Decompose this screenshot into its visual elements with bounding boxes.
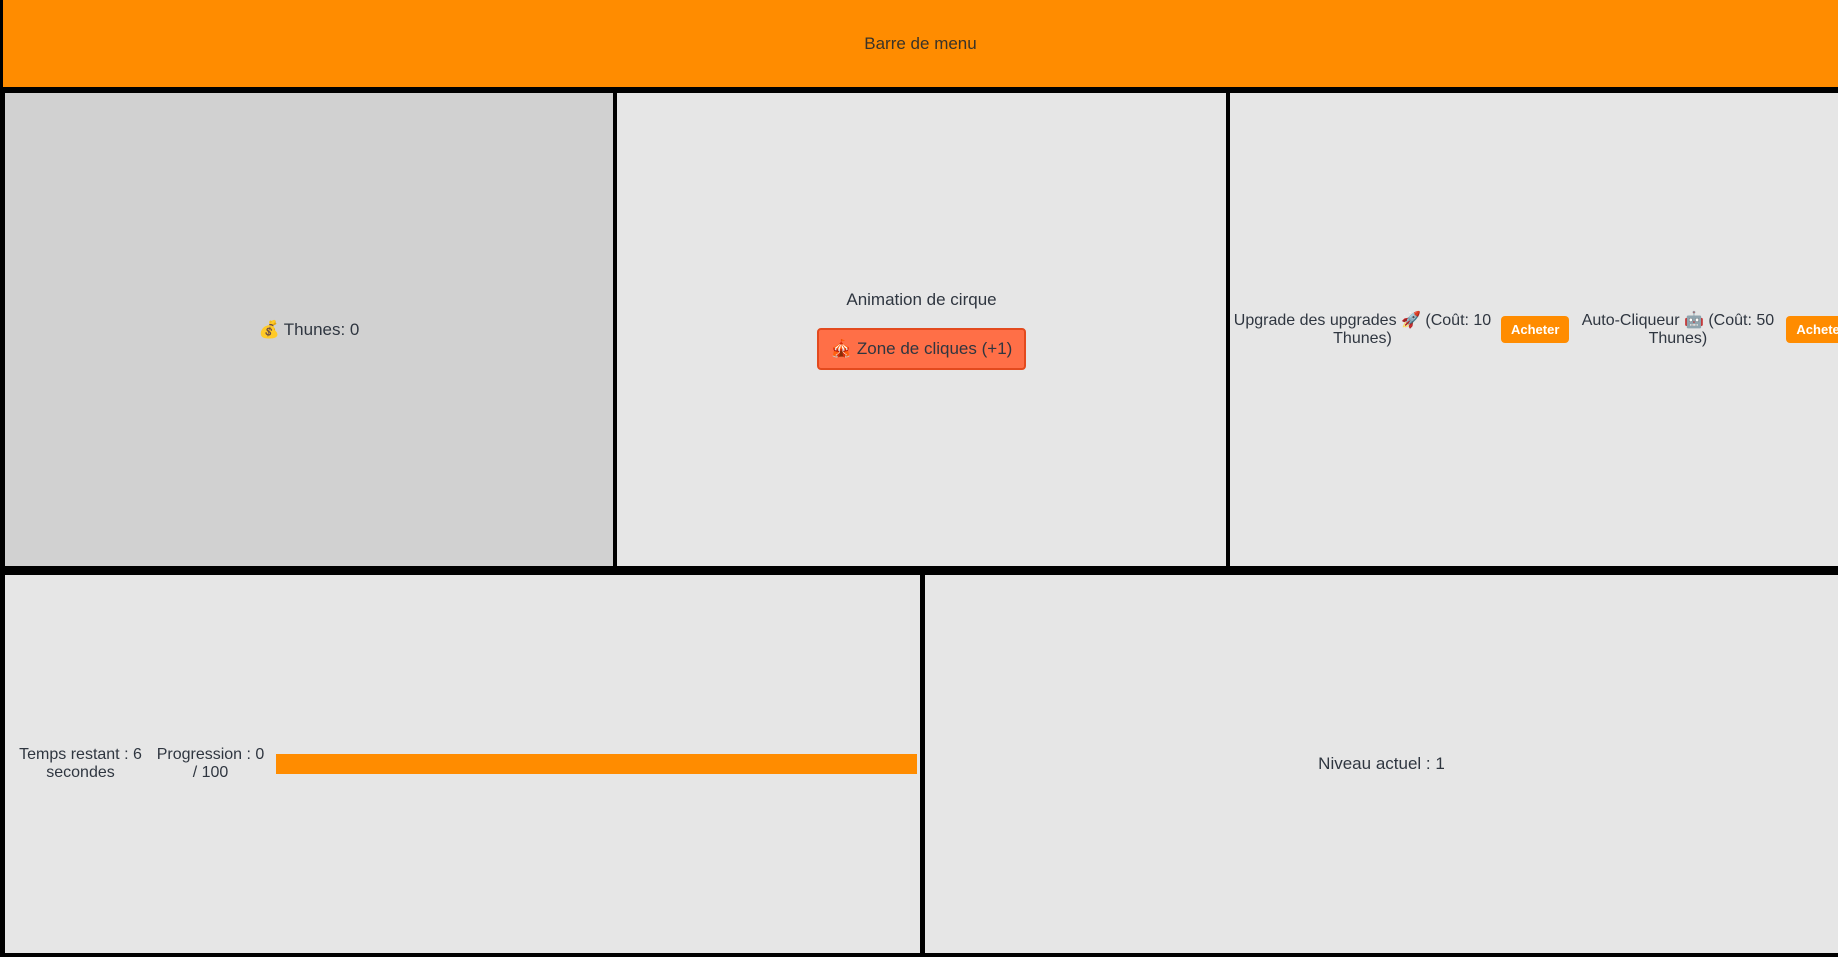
money-display: 💰 Thunes: 0	[259, 320, 360, 340]
level-label: Niveau actuel : 1	[1318, 754, 1445, 773]
timer-row: Temps restant : 6 secondes Progression :…	[5, 746, 920, 782]
timer-panel: Temps restant : 6 secondes Progression :…	[5, 575, 920, 953]
upgrade-list: Upgrade des upgrades 🚀 (Coût: 10 Thunes)…	[1230, 312, 1838, 348]
money-label: Thunes: 0	[283, 319, 360, 339]
money-panel: 💰 Thunes: 0	[5, 93, 613, 566]
upgrade-item-auto-clicker: Auto-Cliqueur 🤖 (Coût: 50 Thunes) Achete…	[1575, 312, 1838, 348]
animation-title: Animation de cirque	[846, 289, 997, 309]
progress-bar	[276, 754, 917, 774]
click-zone-button[interactable]: 🎪 Zone de cliques (+1)	[816, 327, 1027, 370]
circus-tent-icon: 🎪	[830, 338, 852, 358]
shop-panel: Upgrade des upgrades 🚀 (Coût: 10 Thunes)…	[1230, 93, 1838, 566]
upgrade-item-upgrades: Upgrade des upgrades 🚀 (Coût: 10 Thunes)…	[1230, 312, 1575, 348]
buy-auto-clicker-button[interactable]: Acheter	[1786, 316, 1838, 343]
progress-label: Progression : 0 / 100	[156, 746, 265, 781]
click-zone-label: Zone de cliques (+1)	[856, 338, 1013, 358]
level-panel: Niveau actuel : 1	[925, 575, 1838, 953]
upgrade-auto-clicker-text: Auto-Cliqueur 🤖 (Coût: 50 Thunes)	[1581, 311, 1775, 347]
menu-bar: Barre de menu	[3, 0, 1838, 87]
upgrade-upgrades-text: Upgrade des upgrades 🚀 (Coût: 10 Thunes)	[1233, 311, 1492, 347]
menu-bar-label: Barre de menu	[864, 33, 977, 53]
time-remaining: Temps restant : 6 secondes	[19, 746, 142, 781]
buy-upgrade-upgrades-button[interactable]: Acheter	[1501, 316, 1570, 343]
money-bag-icon: 💰	[258, 319, 280, 339]
animation-panel: Animation de cirque 🎪 Zone de cliques (+…	[617, 93, 1226, 566]
